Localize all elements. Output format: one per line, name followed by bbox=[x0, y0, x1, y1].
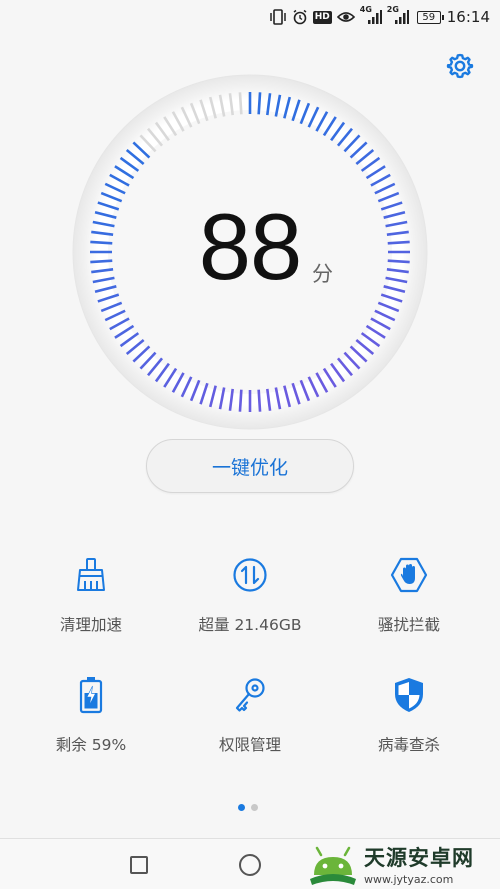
hd-label: HD bbox=[312, 10, 332, 24]
feature-battery[interactable]: 剩余 59% bbox=[8, 675, 174, 755]
data-transfer-icon bbox=[230, 555, 270, 595]
watermark-url: www.jytyaz.com bbox=[364, 872, 454, 886]
gauge-tick-inactive bbox=[238, 92, 243, 115]
battery-level: 59 bbox=[416, 10, 444, 24]
battery-charging-icon bbox=[71, 675, 111, 715]
hd-icon: HD bbox=[312, 10, 332, 24]
feature-label: 病毒查杀 bbox=[377, 736, 440, 754]
battery-icon: 59 bbox=[416, 10, 444, 24]
hand-block-icon bbox=[389, 555, 429, 595]
score-value: 88 bbox=[198, 194, 303, 299]
feature-virus-scan[interactable]: 病毒查杀 bbox=[326, 675, 492, 755]
gauge-tick-active bbox=[90, 259, 113, 264]
vibrate-icon bbox=[269, 9, 287, 25]
feature-label: 权限管理 bbox=[218, 736, 281, 754]
site-watermark: 天源安卓网 www.jytyaz.com bbox=[306, 838, 500, 889]
page-dot-active[interactable] bbox=[238, 804, 245, 811]
page-indicator bbox=[238, 804, 258, 811]
gear-icon bbox=[446, 53, 474, 79]
watermark-title: 天源安卓网 bbox=[364, 844, 474, 870]
feature-harassment-block[interactable]: 骚扰拦截 bbox=[326, 555, 492, 635]
feature-label: 骚扰拦截 bbox=[377, 616, 440, 634]
feature-data-usage[interactable]: 超量 21.46GB bbox=[167, 555, 333, 635]
gauge-tick-active bbox=[257, 389, 262, 412]
clock: 16:14 bbox=[446, 8, 490, 26]
feature-label: 清理加速 bbox=[59, 616, 122, 634]
gauge-tick-active bbox=[387, 259, 410, 264]
network-type-1: 4G bbox=[359, 5, 372, 14]
gauge-tick-active bbox=[257, 92, 262, 115]
signal-icon: 4G bbox=[360, 5, 382, 25]
key-icon bbox=[230, 675, 270, 715]
gauge-tick-active bbox=[90, 240, 113, 245]
gauge-tick-active bbox=[238, 389, 243, 412]
circle-icon bbox=[239, 854, 261, 876]
android-logo-icon bbox=[310, 846, 356, 885]
feature-permissions[interactable]: 权限管理 bbox=[167, 675, 333, 755]
shield-icon bbox=[389, 675, 429, 715]
feature-cleanup[interactable]: 清理加速 bbox=[8, 555, 174, 635]
broom-icon bbox=[71, 555, 111, 595]
feature-label: 超量 21.46GB bbox=[198, 616, 302, 634]
signal-icon: 2G bbox=[387, 5, 409, 25]
network-type-2: 2G bbox=[386, 5, 399, 14]
feature-label: 剩余 59% bbox=[55, 736, 127, 754]
home-button[interactable] bbox=[238, 853, 262, 877]
square-icon bbox=[130, 856, 148, 874]
recent-apps-button[interactable] bbox=[127, 853, 151, 877]
settings-button[interactable] bbox=[444, 50, 476, 82]
eye-icon bbox=[336, 10, 355, 24]
status-bar: HD 4G 2G 59 16:14 bbox=[0, 0, 500, 34]
phone-manager-screen: HD 4G 2G 59 16:14 88 分 一键优化 清理加速 超量 21.4… bbox=[0, 0, 500, 889]
score-unit: 分 bbox=[312, 262, 333, 286]
gauge-tick-active bbox=[387, 240, 410, 245]
page-dot[interactable] bbox=[251, 804, 258, 811]
alarm-icon bbox=[292, 9, 308, 25]
one-click-optimize-button[interactable]: 一键优化 bbox=[146, 439, 354, 493]
